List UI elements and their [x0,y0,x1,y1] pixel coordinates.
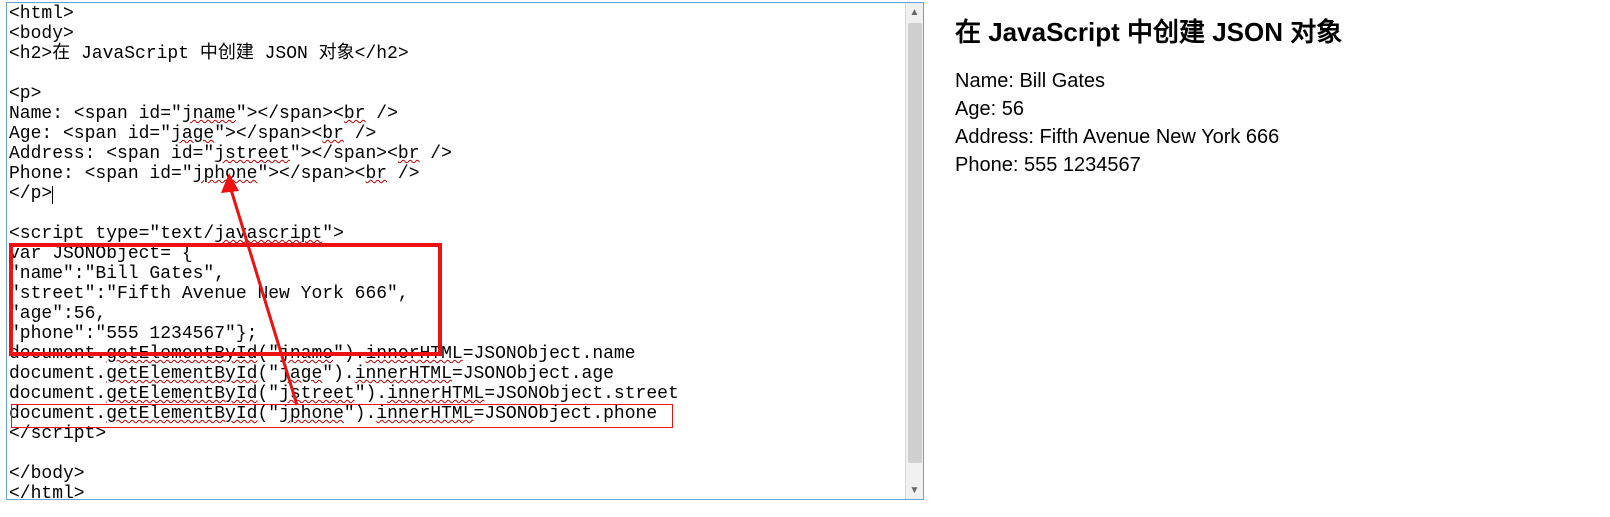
preview-address-label: Address: [955,126,1039,148]
page-root: ··· <html> <body> <h2>在 JavaScript 中创建 J… [0,0,1610,517]
preview-age-value: 56 [1002,98,1024,120]
preview-output: Name: Bill Gates Age: 56 Address: Fifth … [955,67,1600,179]
code-content[interactable]: <html> <body> <h2>在 JavaScript 中创建 JSON … [7,3,923,500]
preview-heading: 在 JavaScript 中创建 JSON 对象 [955,12,1600,49]
preview-address-value: Fifth Avenue New York 666 [1039,126,1279,148]
preview-name-value: Bill Gates [1019,70,1105,92]
editor-column: ··· <html> <body> <h2>在 JavaScript 中创建 J… [0,0,935,517]
code-editor[interactable]: <html> <body> <h2>在 JavaScript 中创建 JSON … [6,2,924,500]
preview-phone-value: 555 1234567 [1024,154,1141,176]
preview-phone-label: Phone: [955,154,1024,176]
preview-column: 在 JavaScript 中创建 JSON 对象 Name: Bill Gate… [935,0,1610,517]
preview-age-label: Age: [955,98,1002,120]
preview-name-label: Name: [955,70,1019,92]
